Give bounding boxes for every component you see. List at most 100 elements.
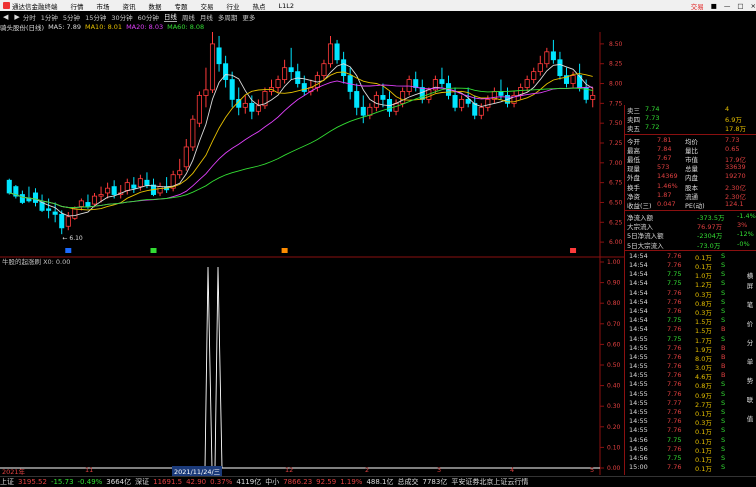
nav-right-icon[interactable]: ▶ [14, 13, 19, 21]
index-sh-chg: -15.73 [50, 478, 74, 486]
signal-marker [65, 248, 72, 253]
divider [625, 210, 756, 212]
index-sh-pct: -0.49% [77, 478, 103, 486]
period-daily[interactable]: 日线 [163, 11, 177, 22]
period-1min[interactable]: 1分钟 [41, 12, 58, 22]
period-60min[interactable]: 60分钟 [138, 12, 159, 22]
cell: S [721, 389, 726, 398]
cell: 3% [737, 221, 748, 230]
side-tab[interactable]: 分 [744, 337, 756, 347]
cell: S [721, 463, 726, 472]
period-toolbar: ◀ ▶ 分时 1分钟 5分钟 15分钟 30分钟 60分钟 日线 周线 月线 多… [0, 11, 600, 22]
candle-body [52, 211, 58, 215]
cell: 573 [657, 163, 670, 172]
nav-left-icon[interactable]: ◀ [3, 13, 8, 21]
menu-item-markets[interactable]: 市场 [97, 1, 110, 11]
cell: 14:56 [629, 453, 648, 462]
cell: 7.76 [667, 297, 682, 306]
candle-body [498, 91, 504, 96]
candle-body [354, 91, 360, 108]
index-sh-label[interactable]: 上证 [0, 477, 14, 487]
candle-body [590, 95, 596, 100]
close-icon[interactable]: × [751, 2, 756, 10]
cell: 7.77 [667, 398, 682, 407]
index-sh-vol: 3664亿 [106, 478, 132, 486]
trade-link[interactable]: 交易 [691, 1, 704, 11]
cell: S [721, 306, 726, 315]
indicator-tick-label: 0.50 [607, 362, 621, 369]
tick-row: 14:55 7.76 1.9万 B [625, 344, 756, 354]
candle-body [275, 79, 281, 88]
candle-body [6, 179, 12, 194]
candle-body [46, 208, 52, 211]
cell: S [721, 316, 726, 325]
menu-item-topics[interactable]: 专题 [175, 1, 188, 11]
menu-item-market[interactable]: 行情 [71, 1, 84, 11]
date-label: 2021年 [2, 468, 26, 476]
minimize-icon[interactable]: — [724, 2, 731, 10]
period-more[interactable]: 更多 [242, 12, 255, 22]
divider [625, 249, 756, 251]
candle-body [65, 216, 71, 227]
cell: 7.75 [667, 435, 682, 444]
period-5min[interactable]: 5分钟 [63, 12, 80, 22]
stat-row: 现量 573 总量 33639 [625, 163, 756, 173]
cell: 14:55 [629, 352, 648, 361]
cell: 14:54 [629, 316, 648, 325]
candle-body [177, 170, 183, 176]
candle-body [223, 63, 229, 80]
index-sz-label[interactable]: 深证 [135, 477, 149, 487]
cell: 7.76 [667, 261, 682, 269]
side-tab[interactable]: 值 [744, 413, 756, 423]
side-tab[interactable]: 笔 [744, 299, 756, 309]
candle-body [327, 43, 334, 65]
period-15min[interactable]: 15分钟 [85, 12, 106, 22]
cell: 14:56 [629, 444, 648, 453]
stat-row: 净资 1.87 流通 2.30亿 [625, 191, 756, 201]
stat-row: 外盘 14369 内盘 19270 [625, 172, 756, 182]
tick-row: 14:56 7.75 0.1万 S [625, 435, 756, 446]
cell: 7.76 [667, 251, 682, 260]
candle-body [413, 79, 419, 88]
cell: -12% [737, 230, 754, 239]
status-bar: 上证 3195.52 -15.73 -0.49% 3664亿 深证 11691.… [0, 476, 756, 487]
menu-item-hot[interactable]: 热点 [253, 1, 266, 11]
indicator-tick-label: 0.10 [607, 444, 621, 451]
side-tab[interactable]: 价 [744, 318, 756, 328]
cell: 7.76 [667, 444, 682, 453]
side-tab[interactable]: 单 [744, 356, 756, 366]
side-tab[interactable]: 势 [744, 375, 756, 385]
tick-row: 14:55 7.76 0.1万 S [625, 426, 756, 436]
period-30min[interactable]: 30分钟 [111, 12, 132, 22]
candle-body [26, 198, 32, 202]
candle-body [531, 71, 537, 80]
menu-item-trade[interactable]: 交易 [201, 1, 214, 11]
quote-panel: 卖三 7.74 4 卖四 7.73 6.9万 卖五 7.72 17.8万 今开 7.81 均价 7.7… [624, 105, 756, 475]
kline-chart[interactable]: 8.50 8.25 8.00 7.75 7.50 7.25 7.00 6.75 6.50 6.25… [0, 32, 624, 475]
menu-item-news[interactable]: 资讯 [123, 1, 136, 11]
menu-item-data[interactable]: 数据 [149, 1, 162, 11]
cell: 14:55 [629, 408, 648, 416]
side-tab[interactable]: 横屏 [744, 270, 756, 290]
period-multi[interactable]: 多周期 [218, 12, 238, 22]
ma10-label: MA10: 8.01 [85, 23, 123, 31]
cell: 14:55 [629, 426, 648, 435]
tick-list[interactable]: 14:54 7.76 0.1万 S 14:54 7.76 0.1万 S 14:54 7.75 1.0… [625, 252, 756, 473]
side-tab[interactable]: 联 [744, 394, 756, 404]
menu-icon[interactable]: ■ [711, 2, 717, 10]
period-weekly[interactable]: 周线 [182, 12, 195, 22]
candle-body [216, 47, 222, 65]
cell: 7.75 [667, 453, 682, 462]
cell: 7.74 [645, 105, 660, 113]
candle-body [203, 89, 209, 96]
menu-item-industry[interactable]: 行业 [227, 1, 240, 11]
date-axis: 2021年 11 2021/11/24/三 12 2 3 4 5 [0, 466, 600, 476]
menu-item-l1l2[interactable]: L1L2 [279, 2, 295, 10]
maximize-icon[interactable]: □ [737, 2, 743, 10]
indicator-tick-label: 0.40 [607, 383, 621, 390]
period-intraday[interactable]: 分时 [23, 12, 36, 22]
period-monthly[interactable]: 月线 [200, 12, 213, 22]
cell: -73.0万 [697, 241, 721, 250]
index-zx-label[interactable]: 中小 [265, 477, 279, 487]
index-sh-value: 3195.52 [18, 478, 47, 486]
